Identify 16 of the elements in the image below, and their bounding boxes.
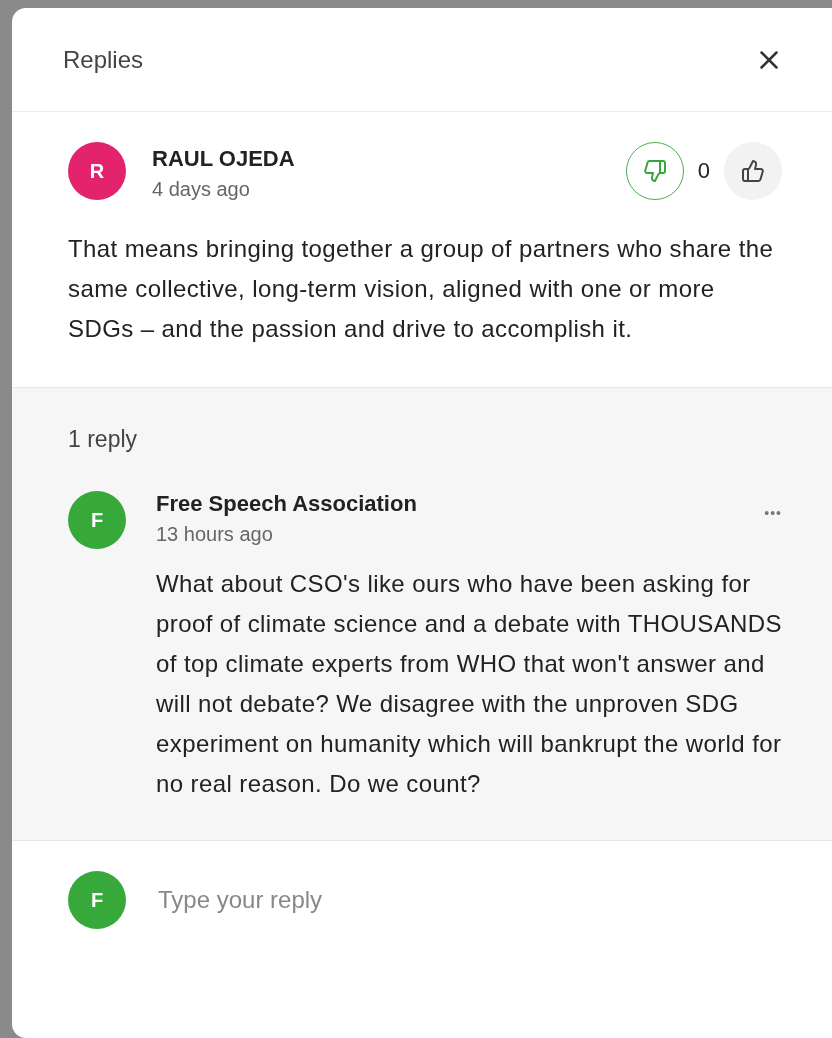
user-avatar: F [68,871,126,929]
timestamp: 4 days ago [152,178,251,201]
vote-count: 0 [697,158,710,184]
user-avatar: R [68,142,126,200]
thumbs-down-icon [642,159,667,183]
thumbs-up-icon [741,159,765,183]
author-name: Free Speech Association [156,491,417,517]
reply-input[interactable]: Type your reply [156,885,782,915]
reply-count: 1 reply [68,426,139,453]
more-options-button[interactable]: ••• [764,491,782,521]
user-avatar: F [68,491,126,549]
comment-text: That means bringing together a group of partners who share the same collective, long-term vision, aligned with one or more SDGs – and the passion and drive to accomplish it. [68,234,775,344]
timestamp: 13 hours ago [156,523,274,546]
author-name: RAUL OJEDA [152,146,296,172]
reply-text: What about CSO's like ours who have been asking for proof of climate science and a debate with THOUSANDS of top climate experts from WHO that won't answer and will not debate? We disagree with the unproven SDG experiment on humanity which will bankrupt the world for no real reason. Do we count? [156,569,782,799]
panel-title: Replies [63,45,144,74]
